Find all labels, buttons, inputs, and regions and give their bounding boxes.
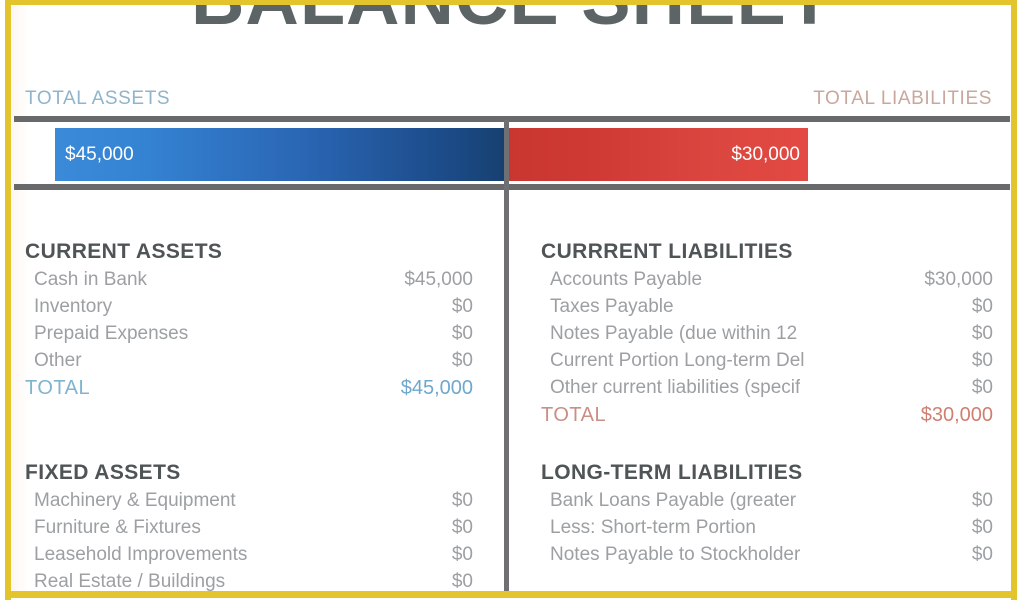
section-title: FIXED ASSETS <box>25 461 181 484</box>
line-item-row: Current Portion Long-term Del $0 <box>541 350 993 377</box>
total-assets-bar-value: $45,000 <box>65 144 134 165</box>
line-item-label: Other current liabilities (specif <box>550 377 801 398</box>
line-item-value: $0 <box>971 323 993 344</box>
line-item-value: $45,000 <box>404 269 473 290</box>
section-title: CURRENT ASSETS <box>25 240 223 263</box>
line-item-label: Accounts Payable <box>550 269 703 290</box>
line-item-value: $0 <box>451 517 473 538</box>
line-item-row: Furniture & Fixtures $0 <box>25 517 473 544</box>
line-item-row: Leasehold Improvements $0 <box>25 544 473 571</box>
line-item-row: Notes Payable to Stockholder $0 <box>541 544 993 571</box>
section-total-label: TOTAL <box>25 377 91 399</box>
liabilities-column: CURRRENT LIABILITIES Accounts Payable $3… <box>541 240 993 571</box>
total-liabilities-bar: $30,000 <box>506 128 808 181</box>
line-item-row: Other $0 <box>25 350 473 377</box>
section-total-value: $45,000 <box>400 377 473 399</box>
section-title: LONG-TERM LIABILITIES <box>541 461 803 484</box>
page-border-left <box>5 0 11 600</box>
line-item-value: $0 <box>971 490 993 511</box>
line-item-value: $0 <box>451 544 473 565</box>
section-current-assets: CURRENT ASSETS Cash in Bank $45,000 Inve… <box>25 240 473 407</box>
line-item-row: Machinery & Equipment $0 <box>25 490 473 517</box>
line-item-value: $0 <box>451 571 473 592</box>
line-item-value: $0 <box>971 350 993 371</box>
page-border-right <box>1011 0 1017 600</box>
section-title: CURRRENT LIABILITIES <box>541 240 793 263</box>
line-item-label: Cash in Bank <box>34 269 148 290</box>
line-item-value: $0 <box>451 296 473 317</box>
line-item-row: Accounts Payable $30,000 <box>541 269 993 296</box>
line-item-value: $0 <box>451 350 473 371</box>
line-item-label: Less: Short-term Portion <box>550 517 756 538</box>
line-item-row: Less: Short-term Portion $0 <box>541 517 993 544</box>
line-item-row: Cash in Bank $45,000 <box>25 269 473 296</box>
line-item-value: $0 <box>971 377 993 398</box>
line-item-label: Prepaid Expenses <box>34 323 189 344</box>
page-border-top <box>5 0 1017 5</box>
line-item-value: $0 <box>971 544 993 565</box>
total-assets-heading: TOTAL ASSETS <box>25 88 171 109</box>
line-item-value: $0 <box>971 296 993 317</box>
line-item-row: Other current liabilities (specif $0 <box>541 377 993 404</box>
line-item-label: Furniture & Fixtures <box>34 517 201 538</box>
line-item-row: Bank Loans Payable (greater $0 <box>541 490 993 517</box>
section-total-row: TOTAL $30,000 <box>541 404 993 434</box>
bar-rule-bottom <box>14 184 1010 190</box>
section-fixed-assets: FIXED ASSETS Machinery & Equipment $0 Fu… <box>25 461 473 598</box>
balance-sheet-page: BALANCE SHEET TOTAL ASSETS TOTAL LIABILI… <box>0 0 1024 600</box>
column-divider <box>504 120 509 591</box>
section-total-label: TOTAL <box>541 404 607 426</box>
line-item-label: Notes Payable (due within 12 <box>550 323 798 344</box>
bar-rule-top <box>14 116 1010 122</box>
line-item-value: $30,000 <box>924 269 993 290</box>
section-current-liabilities: CURRRENT LIABILITIES Accounts Payable $3… <box>541 240 993 434</box>
page-title: BALANCE SHEET <box>0 0 1024 41</box>
page-border-bottom <box>5 591 1017 598</box>
line-item-label: Leasehold Improvements <box>34 544 248 565</box>
line-item-row: Prepaid Expenses $0 <box>25 323 473 350</box>
total-liabilities-heading: TOTAL LIABILITIES <box>813 88 992 109</box>
line-item-label: Machinery & Equipment <box>34 490 236 511</box>
section-long-term-liabilities: LONG-TERM LIABILITIES Bank Loans Payable… <box>541 461 993 571</box>
section-total-row: TOTAL $45,000 <box>25 377 473 407</box>
line-item-row: Taxes Payable $0 <box>541 296 993 323</box>
section-total-value: $30,000 <box>920 404 993 426</box>
line-item-label: Real Estate / Buildings <box>34 571 226 592</box>
line-item-label: Other <box>34 350 82 371</box>
line-item-label: Inventory <box>34 296 113 317</box>
line-item-value: $0 <box>451 323 473 344</box>
line-item-row: Notes Payable (due within 12 $0 <box>541 323 993 350</box>
total-assets-bar: $45,000 <box>55 128 506 181</box>
total-liabilities-bar-value: $30,000 <box>731 144 800 165</box>
line-item-value: $0 <box>971 517 993 538</box>
assets-column: CURRENT ASSETS Cash in Bank $45,000 Inve… <box>25 240 473 598</box>
line-item-label: Taxes Payable <box>550 296 674 317</box>
line-item-value: $0 <box>451 490 473 511</box>
line-item-label: Notes Payable to Stockholder <box>550 544 801 565</box>
line-item-label: Bank Loans Payable (greater <box>550 490 797 511</box>
line-item-row: Inventory $0 <box>25 296 473 323</box>
line-item-label: Current Portion Long-term Del <box>550 350 805 371</box>
